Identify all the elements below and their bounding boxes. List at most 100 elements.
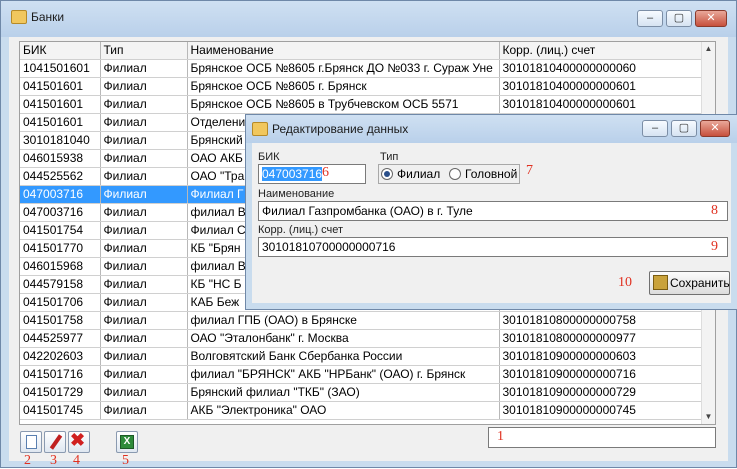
cell-name: ОАО "Эталонбанк" г. Москва [187,329,500,348]
cell-bik: 044579158 [20,275,101,294]
cell-type: Филиал [100,131,188,150]
cell-type: Филиал [100,221,188,240]
cell-bik: 047003716 [20,185,101,204]
cell-type: Филиал [100,95,188,114]
dialog-close-button[interactable]: ✕ [700,120,730,137]
table-row[interactable]: 041501745 Филиал АКБ "Электроника" ОАО 3010… [20,401,704,420]
folder-icon [11,10,27,24]
cell-type: Филиал [100,185,188,204]
bik-field[interactable]: 047003716 [258,164,366,184]
save-icon [653,275,668,290]
cell-name: Брянское ОСБ №8605 в Трубчевском ОСБ 557… [187,95,500,114]
header-type[interactable]: Тип [100,42,188,60]
marker-3: 3 [50,453,57,468]
cell-account: 30101810400000000601 [499,95,704,114]
cell-bik: 044525977 [20,329,101,348]
marker-5: 5 [122,453,129,468]
cell-type: Филиал [100,293,188,312]
save-label: Сохранить [670,276,730,290]
cell-name: Брянское ОСБ №8605 г.Брянск ДО №033 г. С… [187,59,500,78]
cell-bik: 041501758 [20,311,101,330]
table-row[interactable]: 041501758 Филиал филиал ГПБ (ОАО) в Брянск… [20,311,704,330]
title-bar: Банки – ▢ ✕ [1,1,736,37]
cell-type: Филиал [100,167,188,186]
cell-account: 30101810900000000745 [499,401,704,420]
table-row[interactable]: 041501729 Филиал Брянский филиал "ТКБ" (ЗА… [20,383,704,402]
save-button[interactable]: Сохранить [649,271,730,295]
cell-bik: 041501716 [20,365,101,384]
cell-account: 30101810900000000716 [499,365,704,384]
cell-account: 30101810900000000603 [499,347,704,366]
marker-9: 9 [711,239,718,254]
pencil-icon [49,434,63,450]
table-row[interactable]: 044525977 Филиал ОАО "Эталонбанк" г. Москв… [20,329,704,348]
bik-value: 047003716 [262,167,323,181]
marker-2: 2 [24,453,31,468]
account-field[interactable]: 30101810700000000716 [258,237,728,257]
type-head-radio[interactable] [449,168,461,180]
delete-record-button[interactable]: ✖ [68,430,90,453]
name-field[interactable]: Филиал Газпромбанка (ОАО) в г. Туле [258,201,728,221]
table-row[interactable]: 041501601 Филиал Брянское ОСБ №8605 в Труб… [20,95,704,114]
cell-bik: 041501745 [20,401,101,420]
header-name[interactable]: Наименование [187,42,500,60]
cell-type: Филиал [100,239,188,258]
marker-10: 10 [618,275,632,290]
cell-type: Филиал [100,59,188,78]
type-group: Филиал Головной [378,164,520,184]
cell-type: Филиал [100,275,188,294]
cell-name: филиал ГПБ (ОАО) в Брянске [187,311,500,330]
dialog-minimize-button[interactable]: – [642,120,668,137]
cell-bik: 046015968 [20,257,101,276]
close-button[interactable]: ✕ [695,10,727,27]
cell-bik: 3010181040 [20,131,101,150]
cell-bik: 041501601 [20,95,101,114]
bik-label: БИК [258,151,280,163]
cell-name: филиал "БРЯНСК" АКБ "НРБанк" (ОАО) г. Бр… [187,365,500,384]
cell-type: Филиал [100,203,188,222]
cell-account: 30101810400000000060 [499,59,704,78]
marker-4: 4 [73,453,80,468]
header-account[interactable]: Корр. (лиц.) счет [499,42,704,60]
table-header-row: БИК Тип Наименование Корр. (лиц.) счет [20,42,704,60]
cell-bik: 041501770 [20,239,101,258]
dialog-title-bar: Редактирование данных – ▢ ✕ [246,115,737,143]
minimize-button[interactable]: – [637,10,663,27]
account-label: Корр. (лиц.) счет [258,224,344,236]
edit-data-dialog: Редактирование данных – ▢ ✕ БИК 04700371… [245,114,737,310]
cell-type: Филиал [100,383,188,402]
cell-bik: 041501754 [20,221,101,240]
cell-bik: 041501601 [20,113,101,132]
cell-name: АКБ "Электроника" ОАО [187,401,500,420]
table-row[interactable]: 1041501601 Филиал Брянское ОСБ №8605 г.Бря… [20,59,704,78]
type-branch-label: Филиал [397,167,441,181]
document-icon [26,435,37,449]
cell-name: Волговятский Банк Сбербанка России [187,347,500,366]
cell-type: Филиал [100,401,188,420]
cell-type: Филиал [100,113,188,132]
maximize-button[interactable]: ▢ [666,10,692,27]
scroll-up-icon[interactable]: ▲ [702,42,715,56]
type-branch-radio[interactable] [381,168,393,180]
table-row[interactable]: 041501716 Филиал филиал "БРЯНСК" АКБ "НРБа… [20,365,704,384]
cell-account: 30101810900000000729 [499,383,704,402]
cell-account: 30101810800000000977 [499,329,704,348]
table-row[interactable]: 042202603 Филиал Волговятский Банк Сбербан… [20,347,704,366]
header-bik[interactable]: БИК [20,42,101,60]
cell-type: Филиал [100,149,188,168]
marker-1: 1 [497,429,504,444]
cell-type: Филиал [100,329,188,348]
edit-record-button[interactable] [44,431,66,453]
search-input[interactable] [488,427,716,448]
scroll-down-icon[interactable]: ▼ [702,410,715,424]
dialog-maximize-button[interactable]: ▢ [671,120,697,137]
excel-icon: X [120,435,134,449]
add-record-button[interactable] [20,431,42,453]
cell-name: Брянский филиал "ТКБ" (ЗАО) [187,383,500,402]
folder-icon [252,122,268,136]
export-excel-button[interactable]: X [116,431,138,453]
marker-7: 7 [526,163,533,178]
cell-account: 30101810800000000758 [499,311,704,330]
cell-type: Филиал [100,257,188,276]
table-row[interactable]: 041501601 Филиал Брянское ОСБ №8605 г. Бря… [20,77,704,96]
